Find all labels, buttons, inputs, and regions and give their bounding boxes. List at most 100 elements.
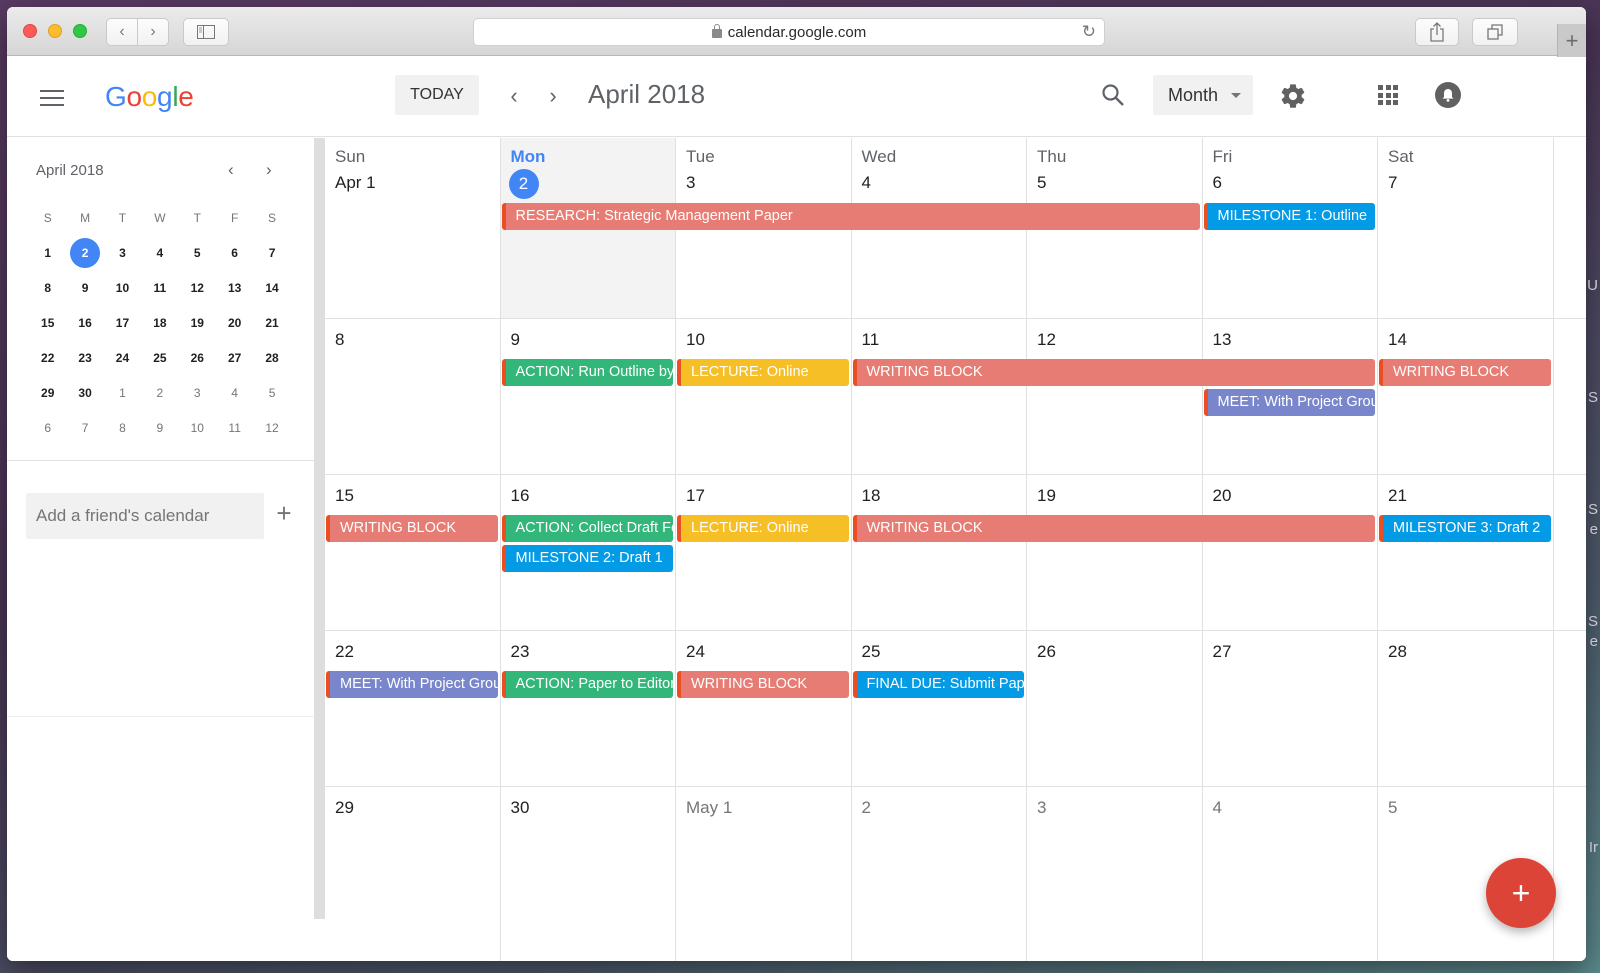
mini-calendar-day[interactable]: 10 <box>179 413 216 443</box>
today-button[interactable]: TODAY <box>395 75 479 115</box>
calendar-day-cell[interactable]: 4 <box>1203 787 1378 961</box>
mini-calendar-day[interactable]: 22 <box>29 343 66 373</box>
day-number[interactable]: 19 <box>1037 486 1056 506</box>
day-number[interactable]: 25 <box>862 642 881 662</box>
day-number[interactable]: 2 <box>862 798 871 818</box>
browser-forward-button[interactable]: › <box>137 18 169 46</box>
event-chip-action[interactable]: ACTION: Run Outline by Professor <box>501 359 673 386</box>
mini-calendar-prev-button[interactable]: ‹ <box>228 160 234 180</box>
gear-icon[interactable] <box>1279 82 1307 110</box>
next-month-button[interactable]: › <box>543 83 563 109</box>
mini-calendar-day[interactable]: 27 <box>216 343 253 373</box>
mini-calendar-day[interactable]: 16 <box>66 308 103 338</box>
mini-calendar-day[interactable]: 15 <box>29 308 66 338</box>
mini-calendar-day[interactable]: 10 <box>104 273 141 303</box>
calendar-day-cell[interactable]: 20 <box>1203 475 1378 630</box>
mini-calendar-day[interactable]: 13 <box>216 273 253 303</box>
event-chip-research[interactable]: WRITING BLOCK <box>852 515 1375 542</box>
day-number[interactable]: 11 <box>862 330 880 350</box>
mini-calendar-day-today[interactable]: 2 <box>66 237 103 268</box>
calendar-day-cell[interactable]: Sun Apr 1 <box>325 138 501 318</box>
calendar-day-cell[interactable]: 11 <box>852 319 1027 474</box>
mini-calendar-day[interactable]: 12 <box>179 273 216 303</box>
browser-back-button[interactable]: ‹ <box>106 18 138 46</box>
day-number[interactable]: Apr 1 <box>335 173 376 193</box>
calendar-day-cell[interactable]: 3 <box>1027 787 1203 961</box>
day-number[interactable]: 30 <box>511 798 530 818</box>
day-number[interactable]: 7 <box>1388 173 1397 193</box>
calendar-day-cell[interactable]: 17 <box>676 475 852 630</box>
mini-calendar-day[interactable]: 5 <box>179 238 216 268</box>
window-close-button[interactable] <box>23 24 37 38</box>
day-number[interactable]: 24 <box>686 642 705 662</box>
calendar-day-cell[interactable]: 10 <box>676 319 852 474</box>
mini-calendar-day[interactable]: 8 <box>29 273 66 303</box>
calendar-day-cell[interactable]: 28 <box>1378 631 1554 786</box>
share-button[interactable] <box>1415 18 1459 46</box>
tabs-overview-button[interactable] <box>1472 18 1518 46</box>
day-number[interactable]: 22 <box>335 642 354 662</box>
calendar-day-cell[interactable]: May 1 <box>676 787 852 961</box>
day-number[interactable]: 3 <box>1037 798 1046 818</box>
mini-calendar-day[interactable]: 11 <box>216 413 253 443</box>
day-number[interactable]: 20 <box>1213 486 1232 506</box>
calendar-day-cell[interactable]: 25 <box>852 631 1027 786</box>
google-calendar-logo[interactable]: GoogleCalendar <box>105 81 541 243</box>
event-chip-lecture[interactable]: LECTURE: Online <box>677 515 849 542</box>
calendar-day-cell[interactable]: 23 <box>501 631 676 786</box>
mini-calendar-day[interactable]: 20 <box>216 308 253 338</box>
event-chip-lecture[interactable]: LECTURE: Online <box>677 359 849 386</box>
mini-calendar-day[interactable]: 4 <box>141 238 178 268</box>
main-menu-button[interactable] <box>40 90 64 108</box>
calendar-day-cell[interactable]: 8 <box>325 319 501 474</box>
event-chip-milestone[interactable]: MILESTONE 2: Draft 1 <box>501 545 673 572</box>
calendar-day-cell[interactable]: 22 <box>325 631 501 786</box>
mini-calendar-day[interactable]: 3 <box>104 238 141 268</box>
mini-calendar-day[interactable]: 18 <box>141 308 178 338</box>
day-number[interactable]: 4 <box>862 173 871 193</box>
day-number[interactable]: 21 <box>1388 486 1407 506</box>
event-chip-action[interactable]: ACTION: Collect Draft Feedback <box>501 515 673 542</box>
day-number[interactable]: 15 <box>335 486 354 506</box>
mini-calendar-day[interactable]: 6 <box>29 413 66 443</box>
sidebar-toggle-button[interactable] <box>183 18 229 46</box>
calendar-day-cell[interactable]: 30 <box>501 787 676 961</box>
mini-calendar-day[interactable]: 29 <box>29 378 66 408</box>
calendar-day-cell[interactable]: 9 <box>501 319 676 474</box>
day-number[interactable]: 23 <box>511 642 530 662</box>
calendar-day-cell[interactable]: Sat 7 <box>1378 138 1554 318</box>
mini-calendar-day[interactable]: 5 <box>253 378 290 408</box>
day-number[interactable]: 9 <box>511 330 520 350</box>
mini-calendar-day[interactable]: 8 <box>104 413 141 443</box>
reload-icon[interactable]: ↻ <box>1082 22 1096 42</box>
mini-calendar-day[interactable]: 9 <box>66 273 103 303</box>
day-number[interactable]: 13 <box>1213 330 1232 350</box>
mini-calendar-day[interactable]: 3 <box>179 378 216 408</box>
day-number[interactable]: 26 <box>1037 642 1056 662</box>
calendar-day-cell[interactable]: 27 <box>1203 631 1378 786</box>
event-chip-research[interactable]: WRITING BLOCK <box>677 671 849 698</box>
day-number[interactable]: 28 <box>1388 642 1407 662</box>
calendar-day-cell[interactable]: 2 <box>852 787 1027 961</box>
day-number[interactable]: 16 <box>511 486 530 506</box>
event-chip-research[interactable]: RESEARCH: Strategic Management Paper <box>501 203 1200 230</box>
event-chip-research[interactable]: WRITING BLOCK <box>326 515 498 542</box>
mini-calendar-day[interactable]: 25 <box>141 343 178 373</box>
day-number[interactable]: 12 <box>1037 330 1056 350</box>
mini-calendar-next-button[interactable]: › <box>266 160 272 180</box>
view-selector[interactable]: Month <box>1153 75 1253 115</box>
event-chip-action[interactable]: ACTION: Paper to Editor <box>501 671 673 698</box>
day-number-today[interactable]: 2 <box>508 169 539 199</box>
event-chip-meet[interactable]: MEET: With Project Group <box>326 671 498 698</box>
mini-calendar-day[interactable]: 7 <box>66 413 103 443</box>
sidebar-scrollbar[interactable] <box>314 138 325 919</box>
mini-calendar-day[interactable]: 26 <box>179 343 216 373</box>
calendar-day-cell[interactable]: 12 <box>1027 319 1203 474</box>
day-number[interactable]: 5 <box>1388 798 1397 818</box>
notifications-bell-icon[interactable] <box>1435 82 1461 108</box>
mini-calendar-day[interactable]: 19 <box>179 308 216 338</box>
event-chip-meet[interactable]: MEET: With Project Group <box>1203 389 1375 416</box>
day-number[interactable]: 8 <box>335 330 344 350</box>
calendar-day-cell[interactable]: 21 <box>1378 475 1554 630</box>
mini-calendar-day[interactable]: 11 <box>141 273 178 303</box>
